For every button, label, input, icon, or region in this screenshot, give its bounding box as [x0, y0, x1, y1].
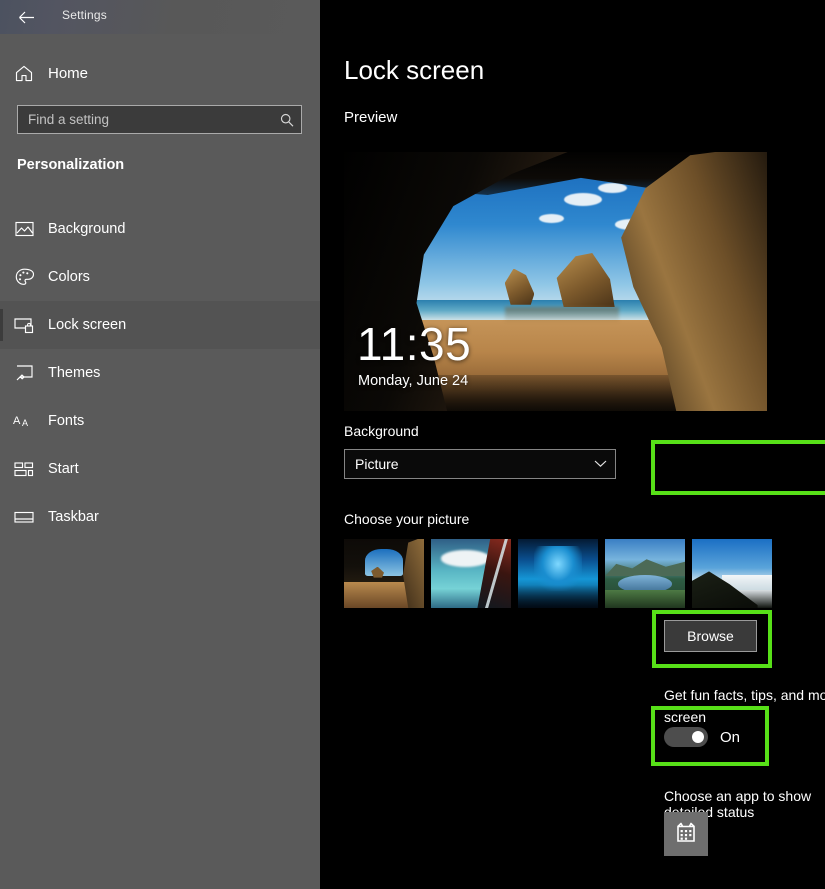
selection-indicator	[0, 453, 3, 485]
sidebar-item-home[interactable]: Home	[0, 57, 320, 89]
window-title: Settings	[62, 8, 107, 22]
picture-thumbnail-cliff-sky[interactable]	[692, 539, 772, 608]
lock-screen-icon	[0, 317, 48, 334]
sidebar-item-lock-screen[interactable]: Lock screen	[0, 301, 320, 349]
detailed-status-app-button[interactable]	[664, 812, 708, 856]
preview-date: Monday, June 24	[358, 373, 468, 389]
sidebar-item-label: Fonts	[48, 413, 84, 429]
thumb-sky	[365, 549, 403, 577]
preview-clock: 11:35	[357, 321, 471, 367]
font-icon: A A	[0, 413, 48, 429]
calendar-icon	[674, 820, 698, 849]
sidebar-section-title: Personalization	[17, 157, 124, 173]
background-dropdown-value: Picture	[345, 456, 585, 472]
settings-window: Settings Home Personalization	[0, 0, 825, 889]
sidebar-item-fonts[interactable]: A A Fonts	[0, 397, 320, 445]
taskbar-icon	[0, 511, 48, 524]
background-dropdown[interactable]: Picture	[344, 449, 616, 479]
picture-thumbnail-aqua-water[interactable]	[431, 539, 511, 608]
sidebar-item-colors[interactable]: Colors	[0, 253, 320, 301]
picture-thumbnail-mountain-lake[interactable]	[605, 539, 685, 608]
thumb-shadow	[518, 585, 598, 608]
sidebar: Settings Home Personalization	[0, 0, 320, 889]
sidebar-item-label: Start	[48, 461, 79, 477]
back-arrow-icon[interactable]	[12, 4, 40, 30]
lock-screen-preview: 11:35 Monday, June 24	[344, 152, 767, 411]
preview-label: Preview	[344, 109, 397, 126]
picture-thumbnail-blue-ice-cave[interactable]	[518, 539, 598, 608]
selection-indicator	[0, 261, 3, 293]
sidebar-item-label: Taskbar	[48, 509, 99, 525]
sidebar-item-label: Home	[48, 65, 88, 82]
sidebar-item-themes[interactable]: Themes	[0, 349, 320, 397]
sidebar-item-label: Background	[48, 221, 125, 237]
start-tiles-icon	[0, 462, 48, 477]
sidebar-item-background[interactable]: Background	[0, 205, 320, 253]
background-label: Background	[344, 423, 419, 439]
picture-thumbnail-cave-beach[interactable]	[344, 539, 424, 608]
sidebar-item-taskbar[interactable]: Taskbar	[0, 493, 320, 541]
selection-indicator	[0, 213, 3, 245]
search-box[interactable]	[17, 105, 302, 134]
selection-indicator	[0, 501, 3, 533]
toggle-state-label: On	[720, 729, 740, 746]
cortana-toggle-row: On	[664, 727, 740, 747]
cortana-description: Get fun facts, tips, and more from Windo…	[664, 684, 825, 728]
thumb-grass	[605, 590, 685, 608]
svg-text:A: A	[22, 418, 28, 428]
main-content: Lock screen Preview 11:35 Monday, June 2…	[320, 0, 825, 889]
picture-thumbnail-list	[344, 539, 772, 608]
toggle-knob	[692, 731, 704, 743]
palette-icon	[0, 268, 48, 286]
home-icon	[0, 65, 48, 82]
thumb-mountain	[605, 556, 685, 577]
title-bar: Settings	[0, 0, 320, 34]
sidebar-item-label: Themes	[48, 365, 100, 381]
image-icon	[0, 221, 48, 237]
browse-button[interactable]: Browse	[664, 620, 757, 652]
selection-indicator	[0, 405, 3, 437]
cortana-toggle-switch[interactable]	[664, 727, 708, 747]
selection-indicator	[0, 357, 3, 389]
svg-text:A: A	[13, 415, 21, 427]
selection-indicator	[0, 309, 3, 341]
sidebar-item-label: Colors	[48, 269, 90, 285]
highlight-box-background-dropdown	[651, 440, 825, 495]
thumb-cloud	[441, 550, 491, 567]
search-icon	[273, 113, 301, 127]
brush-icon	[0, 364, 48, 382]
sidebar-nav-list: Background Colors	[0, 205, 320, 541]
page-title: Lock screen	[344, 55, 484, 86]
chevron-down-icon	[585, 460, 615, 468]
preview-reflection	[505, 307, 619, 323]
sidebar-item-label: Lock screen	[48, 317, 126, 333]
choose-picture-label: Choose your picture	[344, 511, 469, 527]
search-input[interactable]	[18, 112, 273, 127]
sidebar-item-start[interactable]: Start	[0, 445, 320, 493]
